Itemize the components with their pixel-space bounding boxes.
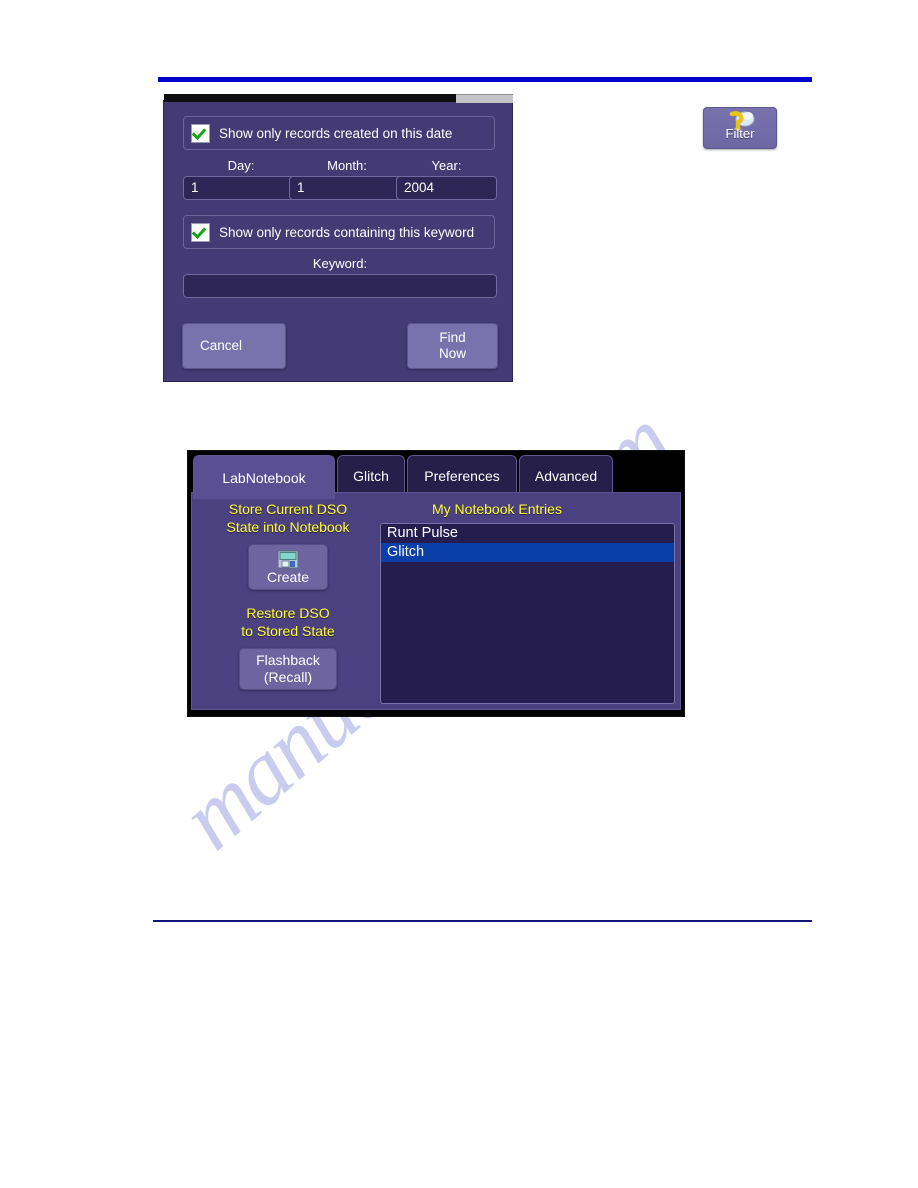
find-now-button[interactable]: Find Now	[407, 323, 498, 369]
keyword-filter-checkbox-row[interactable]: Show only records containing this keywor…	[183, 215, 495, 249]
keyword-label: Keyword:	[312, 256, 368, 271]
flashback-label-line2: (Recall)	[263, 669, 313, 685]
tab-labnotebook-label: LabNotebook	[222, 469, 306, 486]
month-label: Month:	[327, 158, 367, 173]
date-filter-label: Show only records created on this date	[219, 125, 453, 141]
tab-labnotebook[interactable]: LabNotebook	[193, 455, 335, 499]
year-label: Year:	[431, 158, 462, 173]
list-item[interactable]: Runt Pulse	[381, 524, 674, 543]
notebook-entries-title: My Notebook Entries	[432, 501, 562, 517]
keyword-input[interactable]	[183, 274, 497, 298]
labnotebook-panel: LabNotebook Glitch Preferences Advanced …	[187, 450, 685, 717]
list-item[interactable]: Glitch	[381, 543, 674, 562]
create-button-label: Create	[266, 569, 310, 585]
month-input[interactable]: 1	[289, 176, 405, 200]
labnotebook-inner: LabNotebook Glitch Preferences Advanced …	[191, 454, 681, 713]
filter-button[interactable]: Filter	[703, 107, 777, 149]
tab-preferences-label: Preferences	[424, 467, 500, 484]
year-input[interactable]: 2004	[396, 176, 497, 200]
date-filter-checkbox-row[interactable]: Show only records created on this date	[183, 116, 495, 150]
cancel-button-label: Cancel	[200, 338, 243, 354]
store-state-label-line1: Store Current DSO	[228, 501, 348, 517]
footer-rule	[153, 920, 812, 922]
tab-preferences[interactable]: Preferences	[407, 455, 517, 495]
labnotebook-body: Store Current DSO State into Notebook Cr…	[191, 492, 681, 710]
restore-state-label-line2: to Stored State	[241, 623, 335, 639]
find-now-label-line2: Now	[438, 346, 466, 361]
cancel-button[interactable]: Cancel	[182, 323, 286, 369]
restore-state-label-line1: Restore DSO	[246, 605, 330, 621]
check-icon-date[interactable]	[191, 123, 210, 143]
flashback-recall-button[interactable]: Flashback (Recall)	[239, 648, 337, 690]
find-now-label-line1: Find	[439, 330, 466, 346]
store-state-label-line2: State into Notebook	[226, 519, 350, 535]
tab-advanced-label: Advanced	[534, 467, 598, 484]
day-input[interactable]: 1	[183, 176, 299, 200]
header-rule	[158, 77, 812, 82]
tab-glitch[interactable]: Glitch	[337, 455, 405, 495]
tab-glitch-label: Glitch	[353, 467, 389, 484]
find-filter-dialog: Show only records created on this date D…	[163, 94, 513, 382]
list-item-label: Runt Pulse	[387, 525, 458, 541]
list-item-label: Glitch	[387, 544, 425, 560]
dialog-title-notch	[456, 94, 513, 103]
check-icon-keyword[interactable]	[191, 222, 210, 242]
create-button[interactable]: Create	[248, 544, 328, 590]
keyword-filter-label: Show only records containing this keywor…	[219, 224, 475, 240]
day-label: Day:	[227, 158, 255, 173]
filter-button-label: Filter	[725, 126, 755, 141]
dialog-title-shadow	[164, 94, 456, 102]
notebook-entries-list[interactable]: Runt Pulse Glitch	[380, 523, 675, 704]
save-disk-icon	[277, 550, 299, 569]
tab-advanced[interactable]: Advanced	[519, 455, 613, 495]
flashback-label-line1: Flashback	[256, 652, 320, 668]
